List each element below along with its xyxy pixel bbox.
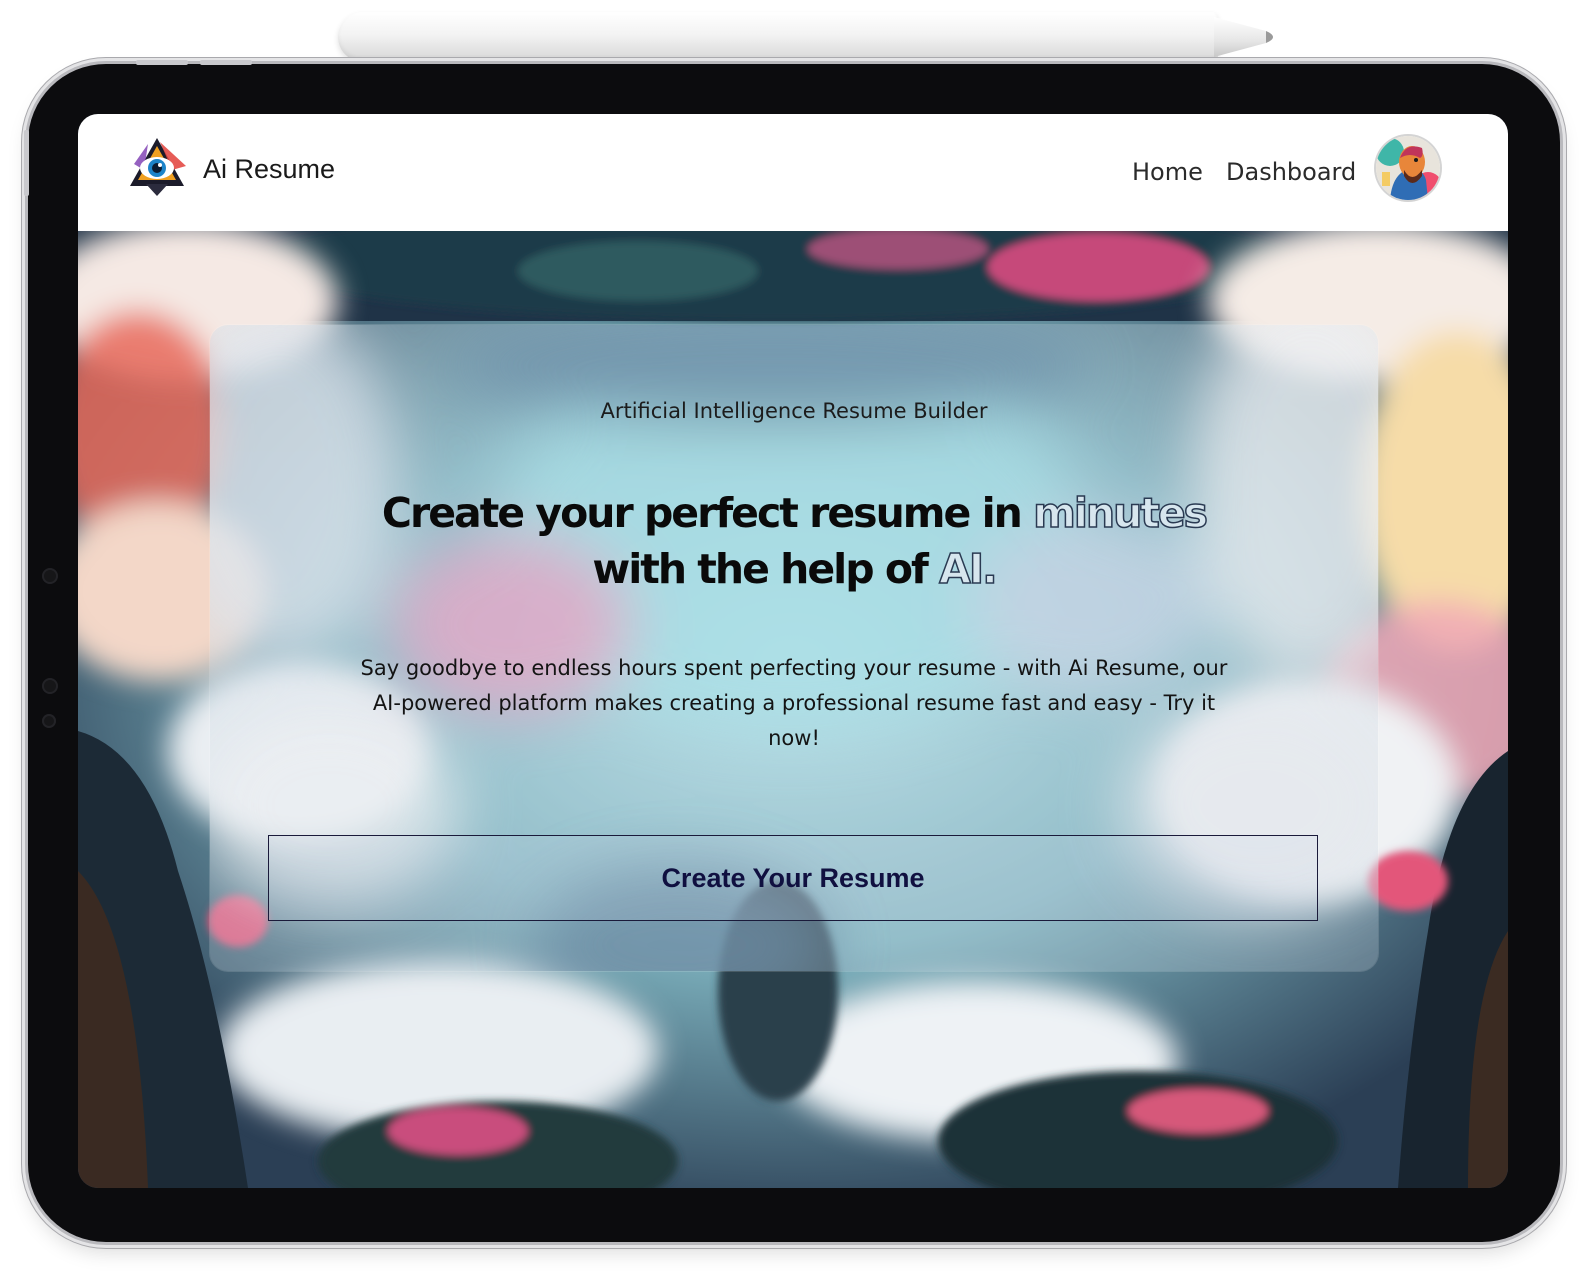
avatar-image	[1376, 136, 1440, 200]
hero-section: Artificial Intelligence Resume Builder C…	[78, 231, 1508, 1188]
nav-dashboard-link[interactable]: Dashboard	[1226, 158, 1356, 186]
nav-home-link[interactable]: Home	[1132, 158, 1203, 186]
eye-logo-icon[interactable]	[126, 136, 188, 198]
camera-dot	[42, 714, 56, 728]
side-button	[24, 130, 29, 196]
hero-headline: Create your perfect resume in minutes wi…	[350, 485, 1238, 597]
navbar: Ai Resume Home Dashboard	[78, 114, 1508, 232]
stylus-pencil	[338, 12, 1218, 62]
hero-card: Artificial Intelligence Resume Builder C…	[210, 325, 1378, 971]
screen: Ai Resume Home Dashboard Artificial Inte…	[78, 114, 1508, 1188]
hero-description: Say goodbye to endless hours spent perfe…	[360, 656, 1228, 750]
top-button-2	[200, 60, 252, 65]
device-mockup: Ai Resume Home Dashboard Artificial Inte…	[0, 0, 1596, 1282]
stylus-tip	[1214, 17, 1273, 57]
headline-text: Create your perfect resume in	[381, 489, 1034, 537]
top-button	[136, 60, 188, 65]
headline-highlight-ai: AI.	[938, 544, 998, 594]
brand-name[interactable]: Ai Resume	[203, 154, 335, 185]
headline-text: with the help of	[592, 545, 940, 593]
hero-eyebrow: Artificial Intelligence Resume Builder	[600, 399, 988, 423]
camera-dot	[42, 678, 58, 694]
camera-dot	[42, 568, 58, 584]
create-resume-button[interactable]: Create Your Resume	[268, 835, 1318, 921]
headline-highlight-minutes: minutes	[1032, 488, 1208, 538]
user-avatar[interactable]	[1376, 136, 1440, 200]
